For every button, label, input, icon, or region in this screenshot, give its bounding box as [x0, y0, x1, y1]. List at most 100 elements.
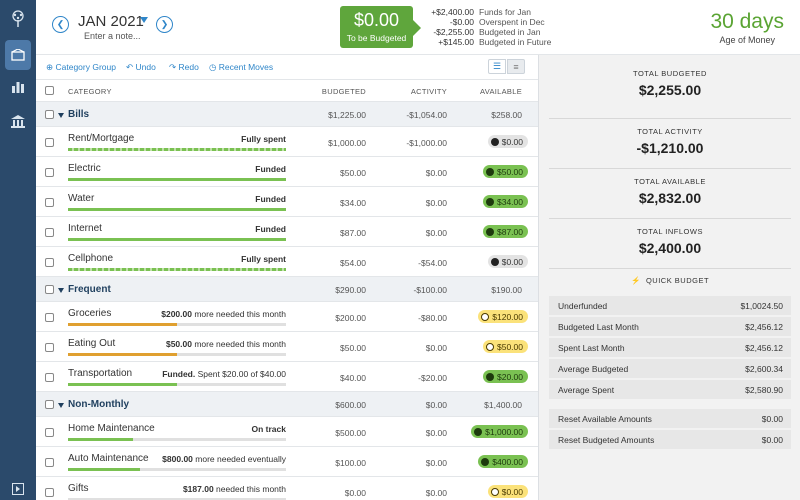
category-name[interactable]: Eating Out: [68, 338, 115, 349]
view-compact-toggle[interactable]: ≡: [507, 59, 525, 74]
recent-moves-button[interactable]: ◷ Recent Moves: [209, 62, 273, 73]
group-checkbox[interactable]: [45, 285, 54, 294]
category-name[interactable]: Home Maintenance: [68, 423, 155, 434]
available-column-header[interactable]: AVAILABLE: [480, 87, 522, 96]
activity-cell[interactable]: $0.00: [426, 228, 447, 238]
group-checkbox[interactable]: [45, 110, 54, 119]
activity-cell[interactable]: -$20.00: [418, 373, 447, 383]
category-checkbox[interactable]: [45, 428, 54, 437]
budgeted-column-header[interactable]: BUDGETED: [322, 87, 366, 96]
reports-icon[interactable]: [0, 72, 36, 102]
budgeted-cell[interactable]: $0.00: [345, 488, 366, 498]
category-row[interactable]: Groceries $200.00 more needed this month $…: [36, 302, 538, 332]
category-name[interactable]: Transportation: [68, 368, 132, 379]
budgeted-cell[interactable]: $34.00: [340, 198, 366, 208]
category-column-header[interactable]: CATEGORY: [68, 87, 112, 96]
to-be-budgeted[interactable]: $0.00 To be Budgeted: [340, 6, 421, 48]
available-pill[interactable]: $34.00: [483, 195, 528, 208]
month-label[interactable]: JAN 2021: [78, 13, 144, 30]
category-row[interactable]: Eating Out $50.00 more needed this month $…: [36, 332, 538, 362]
category-row[interactable]: Cellphone Fully spent $54.00 -$54.00 $0.00: [36, 247, 538, 277]
category-group-row[interactable]: Bills $1,225.00 -$1,054.00 $258.00: [36, 102, 538, 127]
budgeted-cell[interactable]: $50.00: [340, 343, 366, 353]
category-row[interactable]: Home Maintenance On track $500.00 $0.00 $1,0…: [36, 417, 538, 447]
collapse-triangle-icon[interactable]: [58, 403, 64, 408]
activity-cell[interactable]: $0.00: [426, 428, 447, 438]
category-row[interactable]: Rent/Mortgage Fully spent $1,000.00 -$1,000…: [36, 127, 538, 157]
group-checkbox[interactable]: [45, 400, 54, 409]
category-checkbox[interactable]: [45, 228, 54, 237]
category-checkbox[interactable]: [45, 343, 54, 352]
category-name[interactable]: Cellphone: [68, 253, 113, 264]
accounts-icon[interactable]: [0, 106, 36, 136]
category-name[interactable]: Internet: [68, 223, 102, 234]
collapse-triangle-icon[interactable]: [58, 288, 64, 293]
category-row[interactable]: Electric Funded $50.00 $0.00 $50.00: [36, 157, 538, 187]
budgeted-cell[interactable]: $1,000.00: [328, 138, 366, 148]
category-checkbox[interactable]: [45, 138, 54, 147]
budgeted-cell[interactable]: $87.00: [340, 228, 366, 238]
available-pill[interactable]: $0.00: [487, 135, 528, 148]
category-name[interactable]: Electric: [68, 163, 101, 174]
quick-budget-average-budgeted[interactable]: Average Budgeted $2,600.34: [549, 359, 791, 378]
category-checkbox[interactable]: [45, 168, 54, 177]
group-name[interactable]: Frequent: [68, 284, 111, 295]
available-pill[interactable]: $20.00: [483, 370, 528, 383]
available-pill[interactable]: $50.00: [483, 165, 528, 178]
category-name[interactable]: Auto Maintenance: [68, 453, 149, 464]
category-checkbox[interactable]: [45, 458, 54, 467]
select-all-checkbox[interactable]: [45, 86, 54, 95]
available-pill[interactable]: $87.00: [483, 225, 528, 238]
budgeted-cell[interactable]: $100.00: [335, 458, 366, 468]
caret-down-icon[interactable]: [140, 17, 148, 23]
activity-column-header[interactable]: ACTIVITY: [411, 87, 447, 96]
available-pill[interactable]: $400.00: [478, 455, 528, 468]
budgeted-cell[interactable]: $40.00: [340, 373, 366, 383]
collapse-triangle-icon[interactable]: [58, 113, 64, 118]
activity-cell[interactable]: $0.00: [426, 198, 447, 208]
category-checkbox[interactable]: [45, 313, 54, 322]
budgeted-cell[interactable]: $50.00: [340, 168, 366, 178]
available-pill[interactable]: $0.00: [487, 255, 528, 268]
category-name[interactable]: Rent/Mortgage: [68, 133, 134, 144]
available-pill[interactable]: $1,000.00: [471, 425, 528, 438]
quick-budget-underfunded[interactable]: Underfunded $1,0024.50: [549, 296, 791, 315]
budgeted-cell[interactable]: $200.00: [335, 313, 366, 323]
reset-available-button[interactable]: Reset Available Amounts $0.00: [549, 409, 791, 428]
group-name[interactable]: Non-Monthly: [68, 399, 129, 410]
activity-cell[interactable]: $0.00: [426, 488, 447, 498]
prev-month-button[interactable]: ❮: [52, 16, 69, 33]
budgeted-cell[interactable]: $500.00: [335, 428, 366, 438]
quick-budget-budgeted-last-month[interactable]: Budgeted Last Month $2,456.12: [549, 317, 791, 336]
next-month-button[interactable]: ❯: [156, 16, 173, 33]
month-note[interactable]: Enter a note...: [84, 31, 141, 41]
category-row[interactable]: Transportation Funded. Spent $20.00 of $4…: [36, 362, 538, 392]
budget-icon[interactable]: [5, 40, 31, 70]
activity-cell[interactable]: $0.00: [426, 168, 447, 178]
available-pill[interactable]: $120.00: [478, 310, 528, 323]
available-pill[interactable]: $0.00: [487, 485, 528, 498]
category-checkbox[interactable]: [45, 373, 54, 382]
group-name[interactable]: Bills: [68, 109, 89, 120]
available-pill[interactable]: $50.00: [483, 340, 528, 353]
redo-button[interactable]: ↷ Redo: [169, 62, 199, 73]
activity-cell[interactable]: -$54.00: [418, 258, 447, 268]
quick-budget-spent-last-month[interactable]: Spent Last Month $2,456.12: [549, 338, 791, 357]
category-row[interactable]: Gifts $187.00 needed this month $0.00 $0.00…: [36, 477, 538, 500]
category-checkbox[interactable]: [45, 198, 54, 207]
category-group-row[interactable]: Non-Monthly $600.00 $0.00 $1,400.00: [36, 392, 538, 417]
activity-cell[interactable]: -$80.00: [418, 313, 447, 323]
category-name[interactable]: Groceries: [68, 308, 111, 319]
category-checkbox[interactable]: [45, 258, 54, 267]
category-checkbox[interactable]: [45, 488, 54, 497]
activity-cell[interactable]: $0.00: [426, 343, 447, 353]
activity-cell[interactable]: $0.00: [426, 458, 447, 468]
view-expanded-toggle[interactable]: ☰: [488, 59, 506, 74]
collapse-icon[interactable]: [0, 474, 36, 500]
reset-budgeted-button[interactable]: Reset Budgeted Amounts $0.00: [549, 430, 791, 449]
activity-cell[interactable]: -$1,000.00: [406, 138, 447, 148]
category-group-row[interactable]: Frequent $290.00 -$100.00 $190.00: [36, 277, 538, 302]
undo-button[interactable]: ↶ Undo: [126, 62, 156, 73]
tree-logo-icon[interactable]: [0, 4, 36, 34]
budgeted-cell[interactable]: $54.00: [340, 258, 366, 268]
